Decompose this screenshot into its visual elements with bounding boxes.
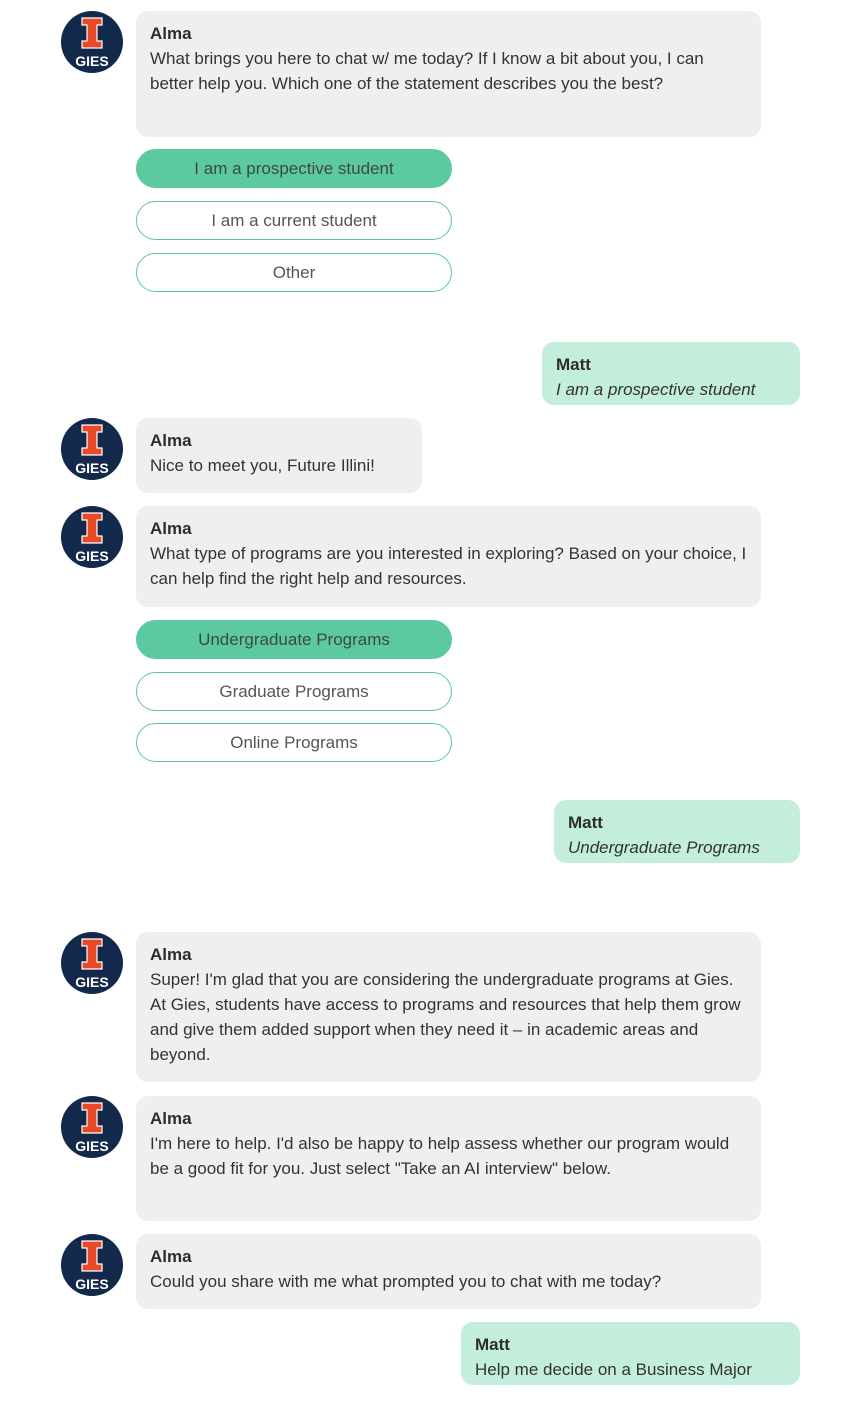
avatar-label: GIES xyxy=(75,974,108,990)
message-text: I am a prospective student xyxy=(556,380,756,399)
gies-avatar: GIES xyxy=(61,1096,123,1158)
message-text: What brings you here to chat w/ me today… xyxy=(150,49,704,93)
choice-online-programs[interactable]: Online Programs xyxy=(136,723,452,762)
avatar-label: GIES xyxy=(75,460,108,476)
sender-name: Matt xyxy=(568,813,603,832)
illinois-logo-icon: GIES xyxy=(75,1102,109,1154)
user-bubble: Matt Undergraduate Programs xyxy=(554,800,800,863)
bot-bubble: Alma Could you share with me what prompt… xyxy=(136,1234,761,1309)
choice-other[interactable]: Other xyxy=(136,253,452,292)
avatar-label: GIES xyxy=(75,1276,108,1292)
illinois-logo-icon: GIES xyxy=(75,938,109,990)
bot-bubble: Alma I'm here to help. I'd also be happy… xyxy=(136,1096,761,1221)
message-text: Nice to meet you, Future Illini! xyxy=(150,456,375,475)
user-bubble: Matt I am a prospective student xyxy=(542,342,800,405)
avatar-label: GIES xyxy=(75,1138,108,1154)
bot-bubble: Alma What type of programs are you inter… xyxy=(136,506,761,607)
bot-bubble: Alma Super! I'm glad that you are consid… xyxy=(136,932,761,1082)
choice-undergraduate-programs[interactable]: Undergraduate Programs xyxy=(136,620,452,659)
message-text: Could you share with me what prompted yo… xyxy=(150,1272,662,1291)
sender-name: Alma xyxy=(150,24,192,43)
choice-current-student[interactable]: I am a current student xyxy=(136,201,452,240)
gies-avatar: GIES xyxy=(61,11,123,73)
sender-name: Matt xyxy=(556,355,591,374)
illinois-logo-icon: GIES xyxy=(75,17,109,69)
sender-name: Matt xyxy=(475,1335,510,1354)
illinois-logo-icon: GIES xyxy=(75,512,109,564)
user-bubble: Matt Help me decide on a Business Major xyxy=(461,1322,800,1385)
sender-name: Alma xyxy=(150,1247,192,1266)
avatar-label: GIES xyxy=(75,53,108,69)
message-text: Help me decide on a Business Major xyxy=(475,1360,752,1379)
choice-graduate-programs[interactable]: Graduate Programs xyxy=(136,672,452,711)
illinois-logo-icon: GIES xyxy=(75,1240,109,1292)
message-text: Undergraduate Programs xyxy=(568,838,760,857)
avatar-label: GIES xyxy=(75,548,108,564)
gies-avatar: GIES xyxy=(61,506,123,568)
gies-avatar: GIES xyxy=(61,1234,123,1296)
illinois-logo-icon: GIES xyxy=(75,424,109,476)
message-text: What type of programs are you interested… xyxy=(150,544,747,588)
sender-name: Alma xyxy=(150,519,192,538)
bot-bubble: Alma Nice to meet you, Future Illini! xyxy=(136,418,422,493)
sender-name: Alma xyxy=(150,945,192,964)
message-text: I'm here to help. I'd also be happy to h… xyxy=(150,1134,730,1178)
choice-prospective-student[interactable]: I am a prospective student xyxy=(136,149,452,188)
bot-bubble: Alma What brings you here to chat w/ me … xyxy=(136,11,761,137)
gies-avatar: GIES xyxy=(61,418,123,480)
sender-name: Alma xyxy=(150,1109,192,1128)
sender-name: Alma xyxy=(150,431,192,450)
gies-avatar: GIES xyxy=(61,932,123,994)
message-text: Super! I'm glad that you are considering… xyxy=(150,970,741,1064)
